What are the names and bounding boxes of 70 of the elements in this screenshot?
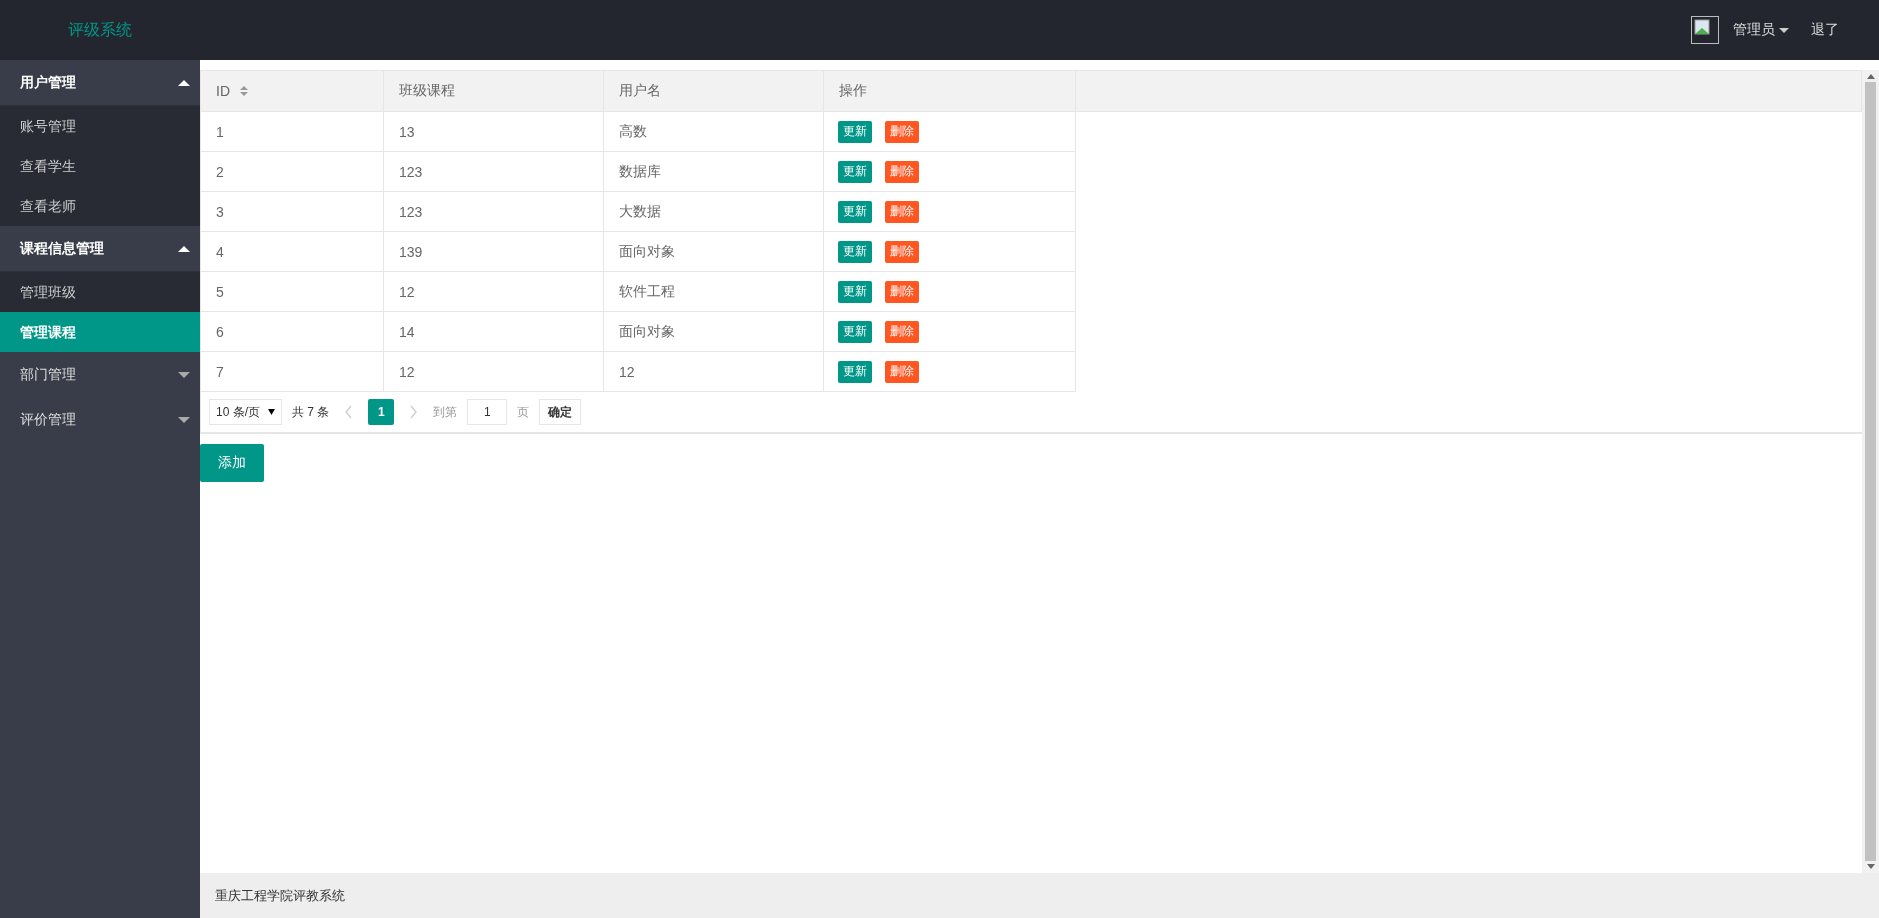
update-button[interactable]: 更新 xyxy=(838,240,872,263)
expand-caret-icon xyxy=(178,371,190,378)
table-cell: 3 xyxy=(216,203,224,220)
delete-button[interactable]: 删除 xyxy=(885,360,919,383)
table-cell: 123 xyxy=(399,163,423,180)
expand-caret-icon xyxy=(178,416,190,423)
total-count: 共 7 条 xyxy=(292,403,330,421)
update-button[interactable]: 更新 xyxy=(838,280,872,303)
nav-item[interactable]: 管理班级 xyxy=(0,272,200,312)
confirm-button[interactable]: 确定 xyxy=(539,399,582,425)
page-size-select[interactable]: 10 条/页 xyxy=(209,399,282,425)
sort-icon xyxy=(240,86,248,96)
delete-button[interactable]: 删除 xyxy=(885,280,919,303)
table-cell: 5 xyxy=(216,283,224,300)
nav-item[interactable]: 管理课程 xyxy=(0,312,200,352)
table-cell: 大数据 xyxy=(619,202,661,221)
column-header[interactable]: 班级课程 xyxy=(384,71,604,111)
table-cell: 4 xyxy=(216,243,224,260)
dropdown-caret-icon xyxy=(268,409,275,415)
table-cell: 数据库 xyxy=(619,162,661,181)
delete-button[interactable]: 删除 xyxy=(885,240,919,263)
add-button[interactable]: 添加 xyxy=(200,444,264,482)
scrollbar[interactable] xyxy=(1862,70,1879,873)
scroll-up-icon xyxy=(1866,74,1875,79)
collapse-caret-icon xyxy=(178,245,190,252)
delete-button[interactable]: 删除 xyxy=(885,160,919,183)
nav-item[interactable]: 查看老师 xyxy=(0,186,200,226)
update-button[interactable]: 更新 xyxy=(838,120,872,143)
collapse-caret-icon xyxy=(178,79,190,86)
column-header[interactable]: ID xyxy=(201,71,384,111)
page-input[interactable]: 1 xyxy=(467,399,508,425)
update-button[interactable]: 更新 xyxy=(838,160,872,183)
table-cell: 2 xyxy=(216,163,224,180)
scroll-down-icon xyxy=(1866,864,1875,869)
update-button[interactable]: 更新 xyxy=(838,360,872,383)
delete-button[interactable]: 删除 xyxy=(885,120,919,143)
update-button[interactable]: 更新 xyxy=(838,320,872,343)
column-header[interactable]: 用户名 xyxy=(604,71,824,111)
table-cell: 6 xyxy=(216,323,224,340)
app-logo: 评级系统 xyxy=(68,19,132,40)
user-menu[interactable]: 管理员 xyxy=(1733,21,1789,39)
delete-button[interactable]: 删除 xyxy=(885,320,919,343)
previous-page-icon[interactable] xyxy=(345,405,353,419)
footer-text: 重庆工程学院评教系统 xyxy=(215,886,345,905)
scrollbar-thumb[interactable] xyxy=(1865,82,1876,861)
table-cell: 139 xyxy=(399,243,423,260)
caret-icon xyxy=(1779,27,1789,33)
table-cell: 面向对象 xyxy=(619,322,675,341)
nav-item[interactable]: 账号管理 xyxy=(0,106,200,146)
goto-label: 到第 xyxy=(433,403,458,421)
table-cell: 12 xyxy=(399,363,415,380)
table-cell: 14 xyxy=(399,323,415,340)
table-cell: 123 xyxy=(399,203,423,220)
column-header[interactable]: 操作 xyxy=(824,71,1076,111)
logout-link[interactable]: 退了 xyxy=(1811,21,1839,39)
table-cell: 12 xyxy=(399,283,415,300)
page-unit-label: 页 xyxy=(517,403,530,421)
next-page-icon[interactable] xyxy=(410,405,418,419)
table-cell: 13 xyxy=(399,123,415,140)
table-cell: 12 xyxy=(619,363,635,380)
table-cell: 7 xyxy=(216,363,224,380)
table-cell: 软件工程 xyxy=(619,282,675,301)
update-button[interactable]: 更新 xyxy=(838,200,872,223)
table-cell: 高数 xyxy=(619,122,647,141)
table-cell: 面向对象 xyxy=(619,242,675,261)
page-button[interactable]: 1 xyxy=(368,399,395,425)
table-cell: 1 xyxy=(216,123,224,140)
nav-item[interactable]: 查看学生 xyxy=(0,146,200,186)
broken-image-icon xyxy=(1694,19,1710,35)
delete-button[interactable]: 删除 xyxy=(885,200,919,223)
